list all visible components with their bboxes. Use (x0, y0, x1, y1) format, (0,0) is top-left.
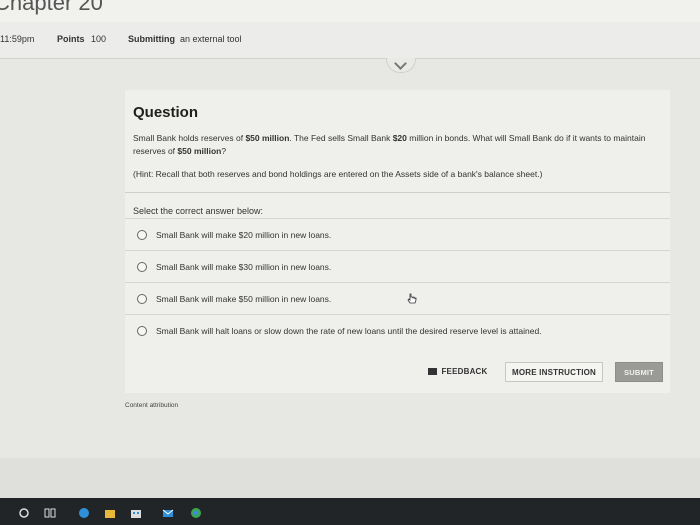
divider (125, 192, 670, 193)
radio-unchecked-icon[interactable] (137, 326, 147, 336)
submitting-value: an external tool (180, 34, 242, 44)
edge-browser-icon[interactable] (78, 507, 90, 519)
question-hint: (Hint: Recall that both reserves and bon… (133, 169, 543, 179)
answer-option[interactable]: Small Bank will make $20 million in new … (125, 218, 670, 250)
more-instruction-button[interactable]: MORE INSTRUCTION (505, 362, 603, 382)
target-amount: $50 million (177, 146, 222, 156)
task-view-icon[interactable] (44, 507, 56, 519)
hand-cursor-icon (407, 293, 417, 304)
question-text-part: . The Fed sells Small Bank (289, 133, 393, 143)
bond-amount: $20 (392, 133, 407, 143)
radio-unchecked-icon[interactable] (137, 294, 147, 304)
search-icon[interactable] (18, 507, 30, 519)
question-text-part: ? (221, 146, 227, 156)
mail-icon[interactable] (162, 507, 174, 519)
submit-button[interactable]: SUBMIT (615, 362, 663, 382)
submitting-label: Submitting (128, 34, 175, 44)
content-attribution-link[interactable]: Content attribution (125, 402, 178, 409)
answer-option-label: Small Bank will halt loans or slow down … (156, 326, 542, 336)
course-header-strip: Chapter 20 (0, 0, 700, 23)
question-text-part: Small Bank holds reserves of (133, 133, 246, 143)
feedback-button[interactable]: FEEDBACK (423, 362, 493, 382)
answer-option[interactable]: Small Bank will halt loans or slow down … (125, 314, 670, 346)
feedback-button-label: FEEDBACK (441, 367, 488, 376)
chevron-down-icon (394, 57, 407, 70)
answer-option-label: Small Bank will make $30 million in new … (156, 262, 332, 272)
question-text: Small Bank holds reserves of $50 million… (133, 132, 658, 158)
points-value: 100 (91, 34, 107, 44)
os-taskbar (0, 498, 700, 525)
assignment-info-bar: 11:59pm Points 100 Submitting an externa… (0, 22, 700, 59)
collapse-toggle[interactable] (386, 57, 416, 73)
due-time: 11:59pm (0, 34, 35, 44)
store-icon[interactable] (130, 507, 142, 519)
answer-option[interactable]: Small Bank will make $50 million in new … (125, 282, 670, 314)
feedback-icon (428, 368, 438, 375)
radio-unchecked-icon[interactable] (137, 262, 147, 272)
answer-option[interactable]: Small Bank will make $30 million in new … (125, 250, 670, 282)
question-card: Question Small Bank holds reserves of $5… (125, 90, 670, 393)
action-buttons: FEEDBACK MORE INSTRUCTION SUBMIT (125, 348, 670, 384)
reserve-amount: $50 million (245, 133, 290, 143)
chrome-icon[interactable] (190, 507, 202, 519)
select-answer-label: Select the correct answer below: (133, 206, 264, 216)
file-explorer-icon[interactable] (104, 507, 116, 519)
answer-option-label: Small Bank will make $20 million in new … (156, 230, 332, 240)
question-title: Question (133, 104, 199, 121)
answer-options: Small Bank will make $20 million in new … (125, 218, 670, 346)
page-bottom-area (0, 458, 700, 498)
radio-unchecked-icon[interactable] (137, 230, 147, 240)
chapter-title: Chapter 20 (0, 0, 103, 15)
answer-option-label: Small Bank will make $50 million in new … (156, 294, 332, 304)
points-label: Points (57, 34, 85, 44)
